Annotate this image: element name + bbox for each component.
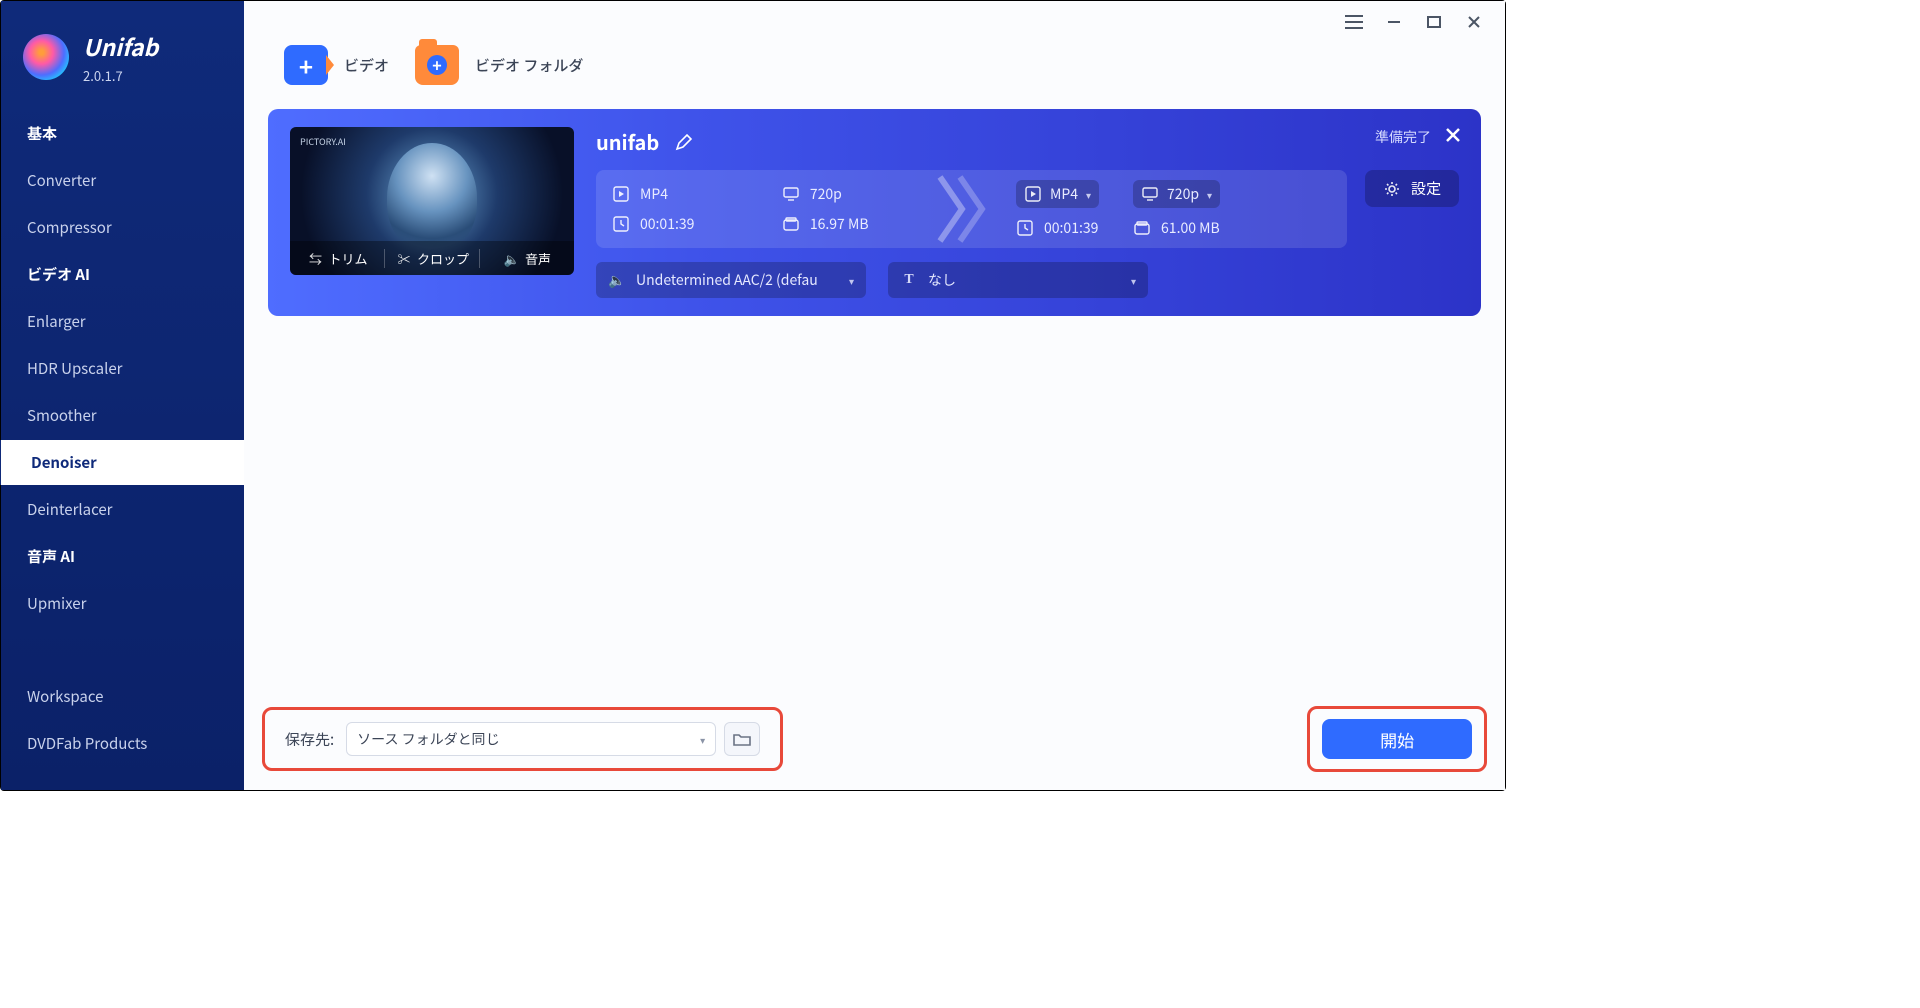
add-folder-button[interactable]: + ビデオ フォルダ [415, 45, 583, 85]
minimize-button[interactable] [1383, 11, 1405, 33]
nav-item-upmixer[interactable]: Upmixer [1, 581, 244, 626]
nav-section-basic: 基本 [1, 111, 244, 156]
audio-button[interactable]: 🔈音声 [479, 249, 574, 268]
crop-button[interactable]: ✂クロップ [384, 249, 479, 268]
brand-block: Unifab 2.0.1.7 [1, 19, 244, 111]
app-version: 2.0.1.7 [83, 66, 158, 85]
add-video-label: ビデオ [344, 55, 389, 76]
chevron-down-icon: ▾ [1207, 187, 1212, 202]
menu-button[interactable] [1343, 11, 1365, 33]
browse-folder-button[interactable] [724, 722, 760, 756]
trim-icon: ⇆ [306, 249, 324, 267]
source-size: 16.97 MB [782, 214, 922, 234]
app-name: Unifab [83, 29, 158, 63]
thumbnail-watermark: PICTORY.AI [300, 135, 346, 148]
video-thumbnail[interactable]: PICTORY.AI ⇆トリム ✂クロップ 🔈音声 [290, 127, 574, 275]
chevron-down-icon: ▾ [700, 732, 705, 747]
output-size: 61.00 MB [1133, 218, 1220, 238]
plus-folder-icon: + [415, 45, 459, 85]
output-format-select[interactable]: MP4▾ [1016, 180, 1099, 208]
output-duration: 00:01:39 [1016, 218, 1099, 238]
source-format: MP4 [612, 184, 748, 204]
main: + ビデオ + ビデオ フォルダ 準備完了 PICTORY.AI ⇆トリム [244, 1, 1505, 790]
nav-section-audio-ai: 音声 AI [1, 534, 244, 579]
nav-item-denoiser[interactable]: Denoiser [0, 440, 244, 485]
gear-icon [1383, 180, 1401, 198]
close-window-button[interactable] [1463, 11, 1485, 33]
clock-icon [1016, 219, 1034, 237]
play-icon [612, 185, 630, 203]
arrow-icon [936, 170, 996, 248]
disk-icon [782, 215, 800, 233]
start-button[interactable]: 開始 [1322, 719, 1472, 759]
audio-track-select[interactable]: 🔈Undetermined AAC/2 (defau ▾ [596, 262, 866, 298]
nav-item-converter[interactable]: Converter [1, 158, 244, 203]
task-filename: unifab [596, 127, 659, 156]
play-icon [1024, 185, 1042, 203]
monitor-icon [1141, 185, 1159, 203]
start-box: 開始 [1307, 706, 1487, 772]
task-card: 準備完了 PICTORY.AI ⇆トリム ✂クロップ 🔈音声 unifab [268, 109, 1481, 316]
output-resolution-select[interactable]: 720p▾ [1133, 180, 1220, 208]
settings-button[interactable]: 設定 [1365, 170, 1459, 207]
speaker-icon: 🔈 [608, 271, 626, 289]
sidebar: Unifab 2.0.1.7 基本 Converter Compressor ビ… [1, 1, 244, 790]
task-close-button[interactable] [1443, 125, 1463, 145]
maximize-button[interactable] [1423, 11, 1445, 33]
edit-filename-button[interactable] [675, 132, 695, 152]
subtitle-select[interactable]: Tなし ▾ [888, 262, 1148, 298]
nav: 基本 Converter Compressor ビデオ AI Enlarger … [1, 111, 244, 626]
thumbnail-image [387, 143, 477, 253]
source-resolution: 720p [782, 184, 922, 204]
chevron-down-icon: ▾ [849, 273, 854, 288]
nav-item-hdr-upscaler[interactable]: HDR Upscaler [1, 346, 244, 391]
chevron-down-icon: ▾ [1131, 273, 1136, 288]
source-duration: 00:01:39 [612, 214, 748, 234]
add-video-button[interactable]: + ビデオ [284, 45, 389, 85]
nav-item-enlarger[interactable]: Enlarger [1, 299, 244, 344]
plus-video-icon: + [284, 45, 328, 85]
task-status: 準備完了 [1375, 127, 1431, 147]
save-destination-box: 保存先: ソース フォルダと同じ ▾ [262, 707, 783, 771]
speaker-icon: 🔈 [503, 249, 521, 267]
chevron-down-icon: ▾ [1086, 187, 1091, 202]
crop-icon: ✂ [395, 249, 413, 267]
folder-icon [733, 732, 751, 746]
save-label: 保存先: [285, 729, 334, 750]
settings-label: 設定 [1411, 178, 1441, 199]
nav-item-dvdfab-products[interactable]: DVDFab Products [1, 721, 244, 766]
disk-icon [1133, 219, 1151, 237]
trim-button[interactable]: ⇆トリム [290, 249, 384, 268]
app-logo [23, 34, 69, 80]
add-folder-label: ビデオ フォルダ [475, 55, 583, 76]
text-icon: T [900, 271, 918, 289]
save-destination-select[interactable]: ソース フォルダと同じ ▾ [346, 722, 716, 756]
titlebar [244, 1, 1505, 33]
nav-item-smoother[interactable]: Smoother [1, 393, 244, 438]
monitor-icon [782, 185, 800, 203]
nav-item-workspace[interactable]: Workspace [1, 674, 244, 719]
clock-icon [612, 215, 630, 233]
nav-item-deinterlacer[interactable]: Deinterlacer [1, 487, 244, 532]
nav-section-video-ai: ビデオ AI [1, 252, 244, 297]
nav-item-compressor[interactable]: Compressor [1, 205, 244, 250]
